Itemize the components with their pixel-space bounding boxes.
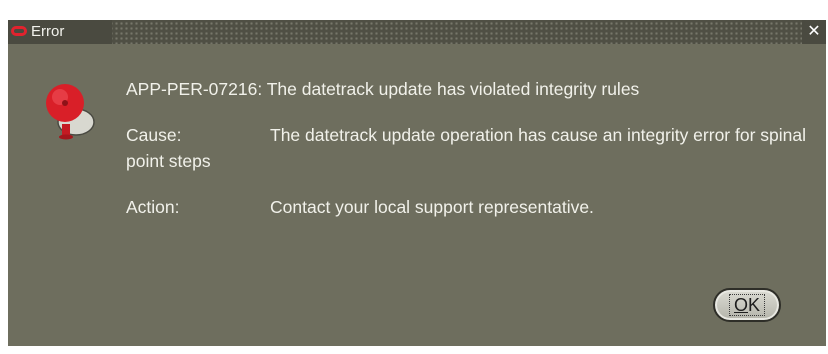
cause-row: Cause: The datetrack update operation has…: [126, 122, 816, 174]
close-button[interactable]: ✕: [802, 20, 826, 44]
alarm-bell-icon: [46, 84, 95, 140]
ok-button-label: OK: [728, 294, 766, 316]
close-icon[interactable]: ✕: [807, 23, 820, 40]
error-dialog: Error ✕ APP-PER-07216: The datetrack upd…: [8, 20, 826, 346]
ok-label-rest: K: [748, 295, 761, 315]
title-area: Error: [8, 20, 112, 44]
cause-label: Cause:: [126, 125, 182, 145]
action-text: Contact your local support representativ…: [270, 197, 594, 217]
title-bar[interactable]: Error ✕: [8, 20, 826, 44]
ok-mnemonic: O: [733, 295, 748, 315]
oracle-logo-icon: [11, 26, 27, 36]
window-title: Error: [31, 23, 65, 40]
action-label: Action:: [126, 197, 180, 217]
message-area: APP-PER-07216: The datetrack update has …: [126, 76, 816, 220]
action-row: Action: Contact your local support repres…: [126, 194, 816, 220]
error-message: APP-PER-07216: The datetrack update has …: [126, 79, 640, 99]
ok-button[interactable]: OK: [713, 288, 781, 322]
